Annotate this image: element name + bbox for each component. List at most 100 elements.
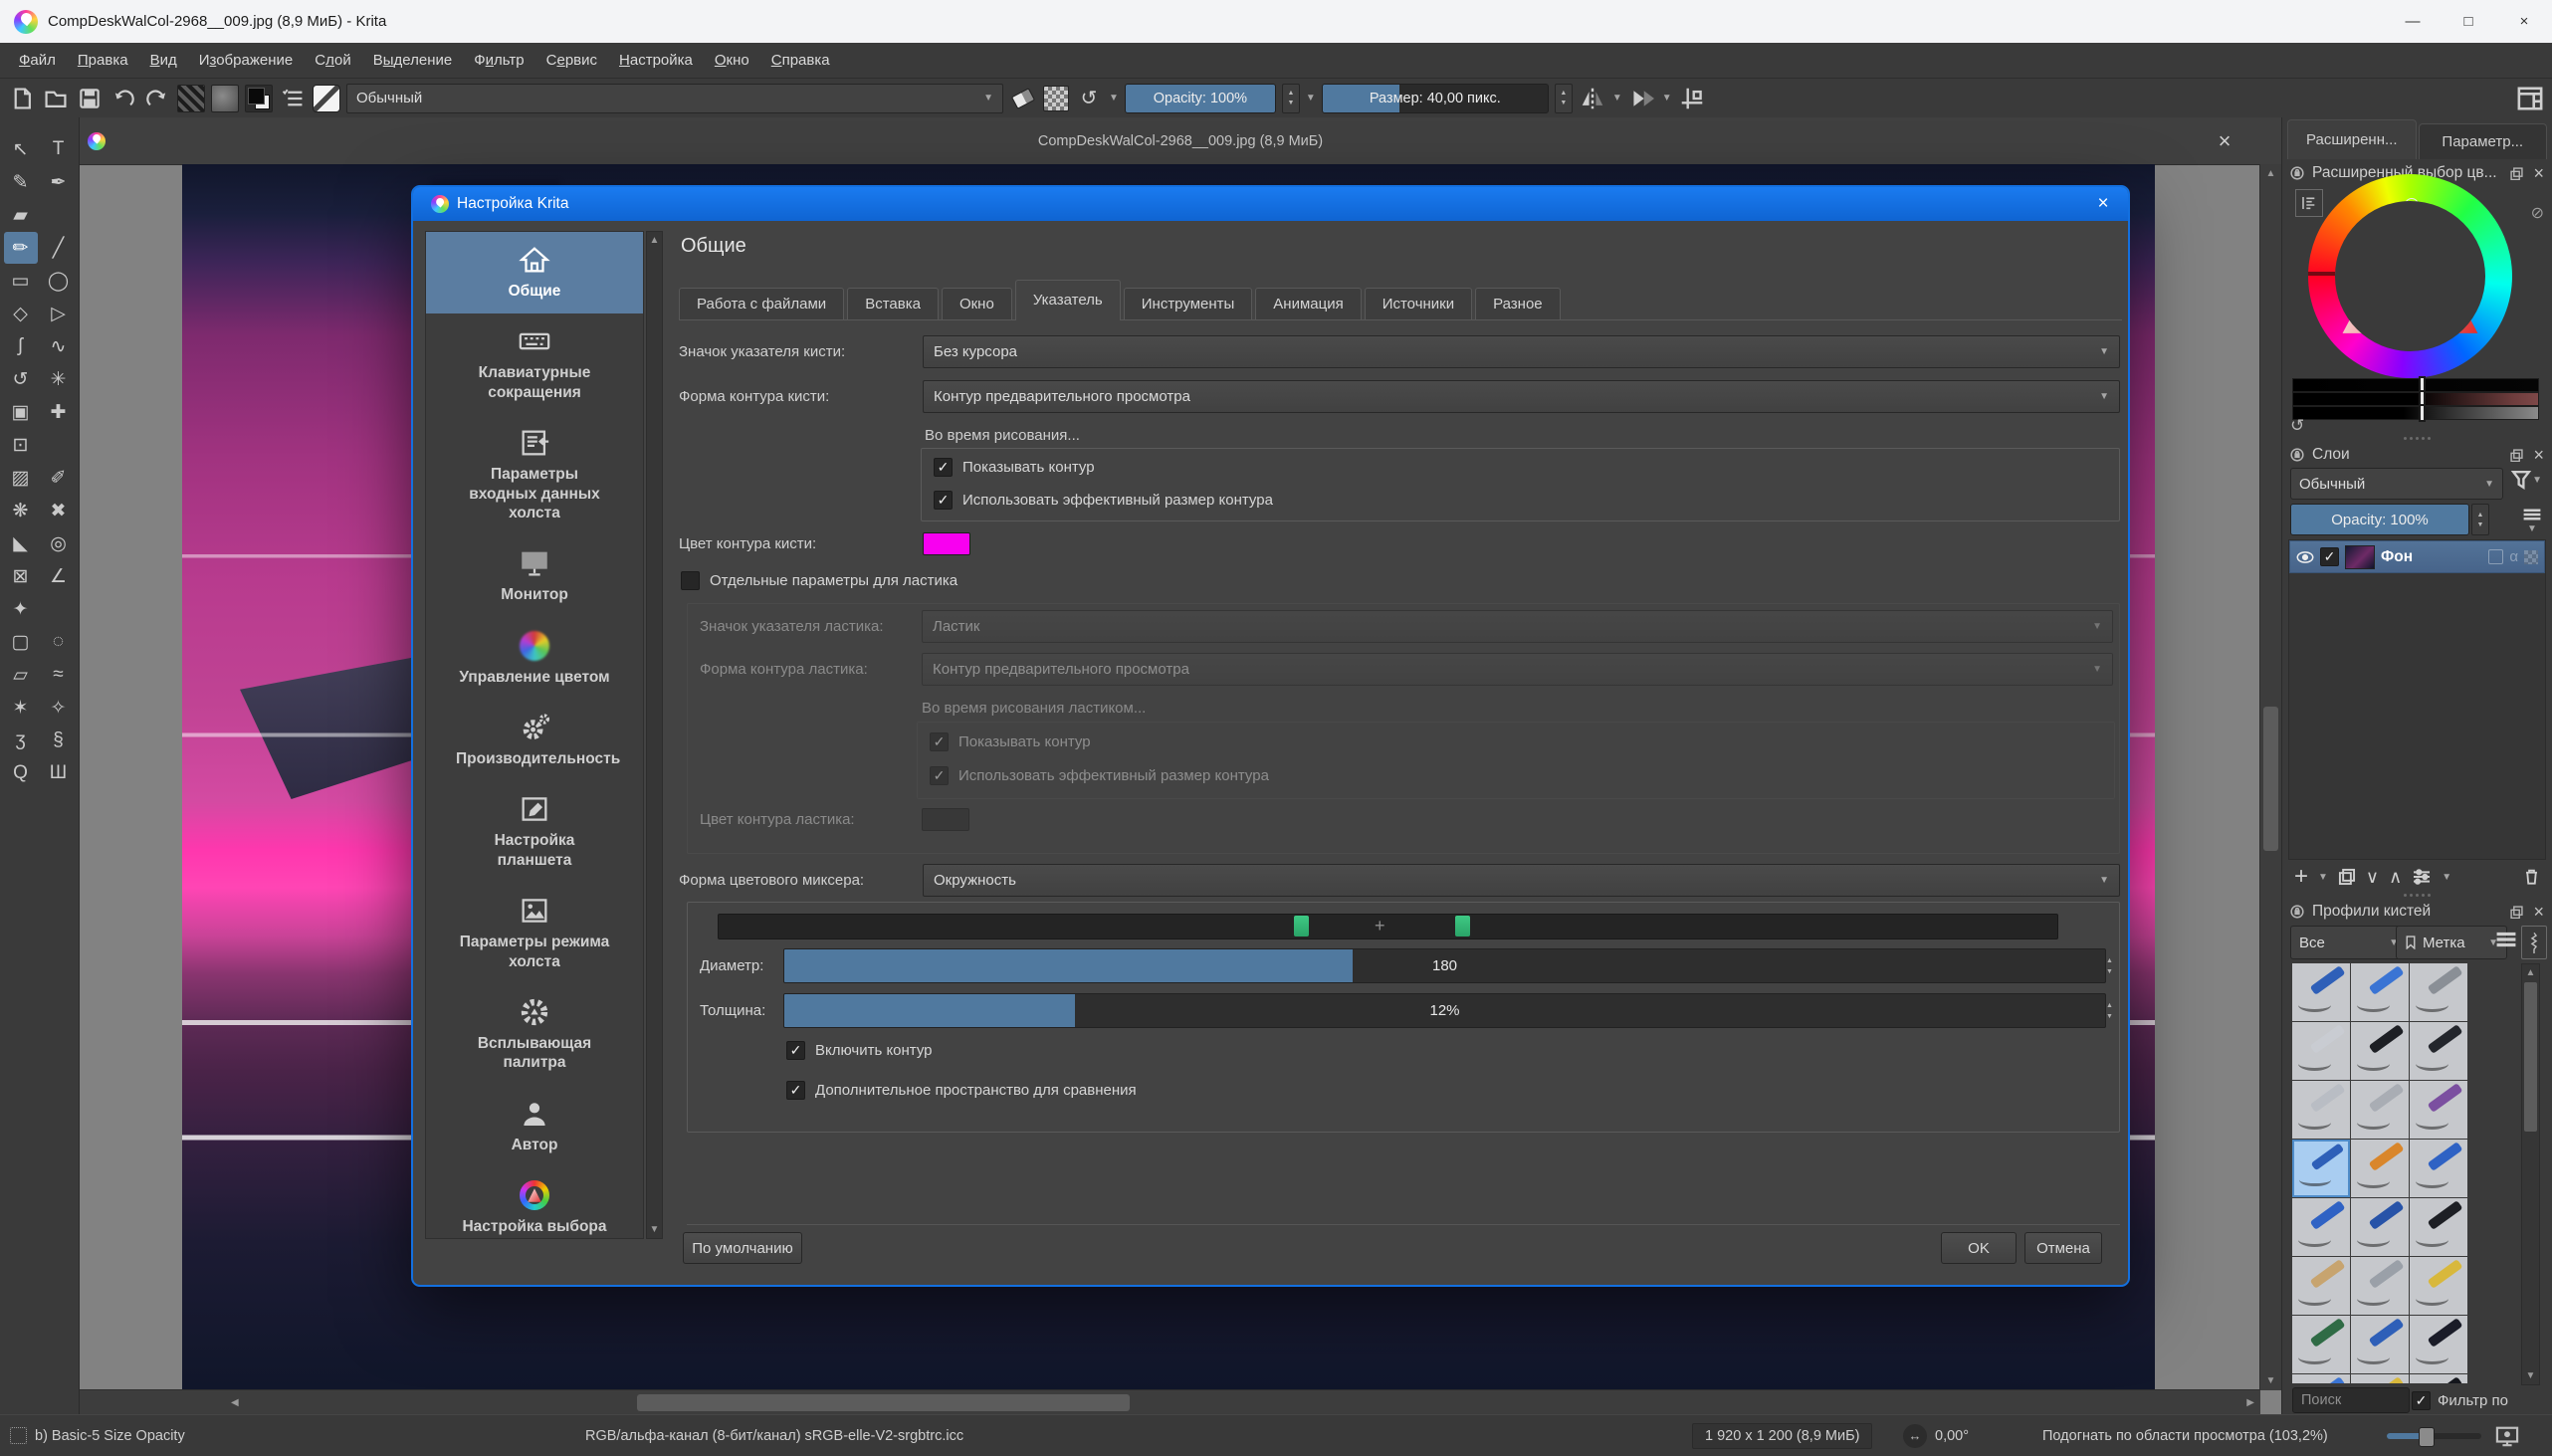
redo-icon[interactable]	[143, 85, 171, 112]
text-tool[interactable]: T	[42, 133, 76, 165]
layer-lock-icon[interactable]	[2488, 549, 2503, 564]
brush-preset[interactable]	[2351, 1374, 2409, 1383]
preset-filter-combo[interactable]: Все▼	[2290, 926, 2408, 959]
close-button[interactable]: ×	[2496, 0, 2552, 43]
assistants-tool[interactable]: ⊠	[4, 560, 38, 592]
dock-tab[interactable]: Расширенн...	[2287, 119, 2417, 159]
move-layer-up-icon[interactable]: ∧	[2389, 867, 2402, 888]
open-document-icon[interactable]	[42, 85, 70, 112]
preserve-alpha-icon[interactable]	[1043, 86, 1069, 111]
minimize-button[interactable]: —	[2385, 0, 2441, 43]
chevron-down-icon[interactable]: ▼	[1109, 93, 1119, 104]
scroll-right-icon[interactable]: ▶	[2246, 1390, 2254, 1415]
scroll-up-icon[interactable]: ▲	[2522, 967, 2539, 978]
line-tool[interactable]: ╱	[42, 232, 76, 264]
menu-item[interactable]: Фильтр	[463, 43, 534, 78]
eraser-mode-icon[interactable]	[1009, 85, 1037, 112]
menu-item[interactable]: Справка	[760, 43, 841, 78]
lock-icon[interactable]	[2290, 448, 2304, 462]
brush-preset[interactable]	[2410, 1198, 2467, 1256]
menu-item[interactable]: Файл	[8, 43, 67, 78]
brush-editor-button[interactable]	[313, 85, 340, 112]
add-layer-icon[interactable]: +	[2294, 863, 2308, 891]
layer-row[interactable]: ✓ Фон α	[2289, 540, 2545, 573]
sidebar-item-performance[interactable]: Производительность	[426, 700, 643, 781]
eraser-use-effective-checkbox[interactable]: ✓	[930, 766, 949, 785]
mixer-plus-icon[interactable]: +	[1375, 915, 1385, 936]
bezier-curve-tool[interactable]: ʃ	[4, 330, 38, 362]
brush-preset[interactable]	[2351, 963, 2409, 1021]
eraser-show-outline-checkbox[interactable]: ✓	[930, 732, 949, 751]
brush-preset[interactable]	[2351, 1081, 2409, 1139]
brush-preset[interactable]	[2410, 963, 2467, 1021]
save-icon[interactable]	[76, 85, 104, 112]
layer-opacity-spinner[interactable]: ▲▼	[2471, 504, 2489, 535]
color-bar-3[interactable]	[2292, 406, 2539, 420]
brush-size-slider[interactable]: Размер: 40,00 пикс.	[1322, 84, 1549, 113]
workspace-chooser-icon[interactable]	[2516, 85, 2544, 112]
fg-bg-colors[interactable]	[245, 85, 273, 112]
image-size-label[interactable]: 1 920 x 1 200 (8,9 МиБ)	[1692, 1423, 1872, 1449]
brush-preset[interactable]	[2410, 1081, 2467, 1139]
refresh-color-icon[interactable]: ↺	[2290, 416, 2304, 436]
edit-shapes-tool[interactable]: ✎	[4, 166, 38, 198]
settings-tab[interactable]: Окно	[942, 288, 1012, 319]
document-close-icon[interactable]: ×	[2208, 117, 2241, 164]
chevron-down-icon[interactable]: ▼	[1612, 93, 1622, 104]
sidebar-item-author[interactable]: Автор	[426, 1086, 643, 1167]
layer-options-icon[interactable]: ▼	[2522, 508, 2542, 534]
pan-tool[interactable]: Ш	[42, 757, 76, 789]
float-docker-icon[interactable]	[2510, 449, 2523, 462]
color-sampler-tool[interactable]: ✐	[42, 462, 76, 494]
sidebar-item-general[interactable]: Общие	[426, 232, 643, 313]
color-bar-1[interactable]	[2292, 378, 2539, 392]
sidebar-item-display[interactable]: Монитор	[426, 535, 643, 617]
eraser-cursor-combo[interactable]: Ластик▼	[922, 610, 2113, 643]
inherit-alpha-icon[interactable]	[2524, 550, 2538, 564]
mixer-shape-combo[interactable]: Окружность▼	[923, 864, 2120, 897]
move-layer-down-icon[interactable]: ∨	[2366, 867, 2379, 888]
gradient-tool[interactable]: ▨	[4, 462, 38, 494]
sidebar-item-popup-palette[interactable]: Всплывающая палитра	[426, 984, 643, 1086]
brush-preset[interactable]	[2292, 963, 2350, 1021]
scroll-up-icon[interactable]: ▲	[2260, 168, 2281, 179]
brush-preset[interactable]	[2351, 1140, 2409, 1197]
similar-select-tool[interactable]: ✧	[42, 692, 76, 724]
undo-icon[interactable]	[109, 85, 137, 112]
mirror-vertical-icon[interactable]	[1628, 85, 1656, 112]
preset-view-menu-icon[interactable]	[2495, 930, 2517, 949]
scroll-down-icon[interactable]: ▼	[2522, 1370, 2539, 1381]
filter-by-tag-checkbox[interactable]: ✓	[2412, 1391, 2431, 1410]
ok-button[interactable]: OK	[1941, 1232, 2017, 1264]
preset-scroll-thumb[interactable]	[2524, 982, 2537, 1132]
zoom-slider-handle[interactable]	[2419, 1427, 2435, 1447]
scroll-up-icon[interactable]: ▲	[647, 235, 662, 246]
menu-item[interactable]: Окно	[704, 43, 760, 78]
dock-splitter[interactable]	[2282, 891, 2552, 899]
preset-search-input[interactable]	[2292, 1387, 2410, 1413]
enclose-fill-tool[interactable]: ◎	[42, 527, 76, 559]
snap-guides-icon[interactable]	[1678, 85, 1706, 112]
dialog-close-icon[interactable]: ×	[2088, 193, 2118, 215]
float-docker-icon[interactable]	[2510, 906, 2523, 919]
settings-tab[interactable]: Разное	[1475, 288, 1561, 319]
canvas-rotation-icon[interactable]: ↔	[1903, 1424, 1927, 1448]
close-docker-icon[interactable]: ×	[2533, 903, 2544, 921]
color-wheel[interactable]	[2308, 174, 2512, 378]
horizontal-scrollbar[interactable]: ◀ ▶	[80, 1389, 2260, 1415]
menu-item[interactable]: Слой	[304, 43, 362, 78]
maximize-button[interactable]: □	[2441, 0, 2496, 43]
pattern-chooser[interactable]	[211, 85, 239, 112]
brush-preset[interactable]	[2410, 1140, 2467, 1197]
color-mixer-preview[interactable]: +	[718, 914, 2058, 939]
fit-screen-icon[interactable]	[2494, 1425, 2520, 1447]
brush-preset[interactable]	[2292, 1081, 2350, 1139]
gradient-chooser[interactable]	[177, 85, 205, 112]
bezier-select-tool[interactable]: ʒ	[4, 725, 38, 756]
layer-alpha-icon[interactable]: α	[2509, 548, 2518, 565]
angle-measure-tool[interactable]: ∠	[42, 560, 76, 592]
chevron-down-icon[interactable]: ▼	[2318, 872, 2328, 883]
chevron-down-icon[interactable]: ▼	[1306, 93, 1316, 104]
transform-tool[interactable]: ▣	[4, 396, 38, 428]
brush-preset[interactable]	[2410, 1022, 2467, 1080]
